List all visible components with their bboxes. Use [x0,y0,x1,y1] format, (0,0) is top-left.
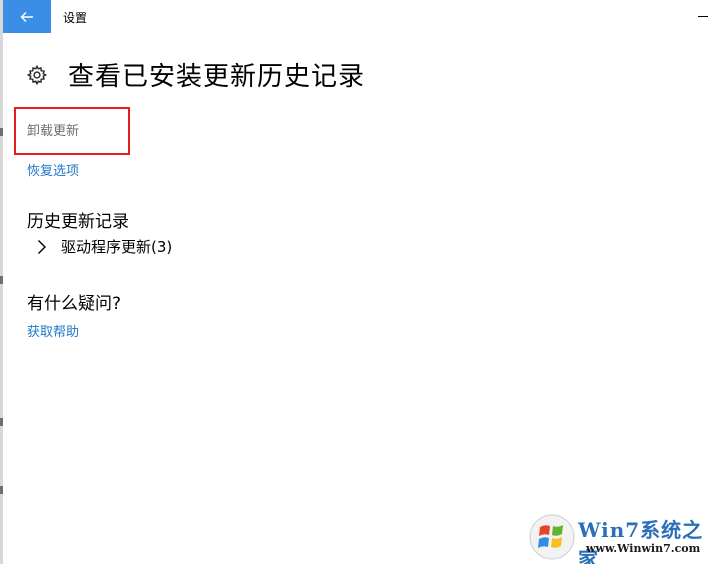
gear-icon [26,64,48,85]
get-help-link[interactable]: 获取帮助 [27,321,79,340]
edge-tick [0,128,3,136]
window-left-edge [0,0,3,564]
edge-tick [0,486,3,494]
minimize-icon [698,16,708,17]
driver-updates-item[interactable]: 驱动程序更新(3) [37,236,172,257]
uninstall-updates-link[interactable]: 卸载更新 [27,120,79,139]
minimize-button[interactable] [680,0,726,33]
driver-updates-label: 驱动程序更新(3) [61,238,173,256]
watermark-title: Win7系统之家 [578,518,704,564]
window-title: 设置 [63,11,88,25]
questions-heading: 有什么疑问? [27,294,122,314]
arrow-left-icon [20,11,33,22]
page-title: 查看已安装更新历史记录 [68,62,366,92]
recovery-options-link[interactable]: 恢复选项 [27,160,79,179]
title-bar: 设置 [3,0,726,33]
watermark-url: www.Winwin7.com [586,542,701,555]
windows-logo-icon [529,514,575,560]
watermark-logo: Win7系统之家 www.Winwin7.com [528,512,724,564]
chevron-right-icon [38,239,46,254]
edge-tick [0,418,3,426]
page-header: 查看已安装更新历史记录 [26,56,365,93]
history-heading: 历史更新记录 [27,212,129,232]
edge-tick [0,276,3,284]
settings-window: 设置 查看已安装更新历史记录 卸载更新 恢复选项 历史更新记录 驱动程序更新(3… [0,0,726,564]
back-button[interactable] [3,0,51,33]
